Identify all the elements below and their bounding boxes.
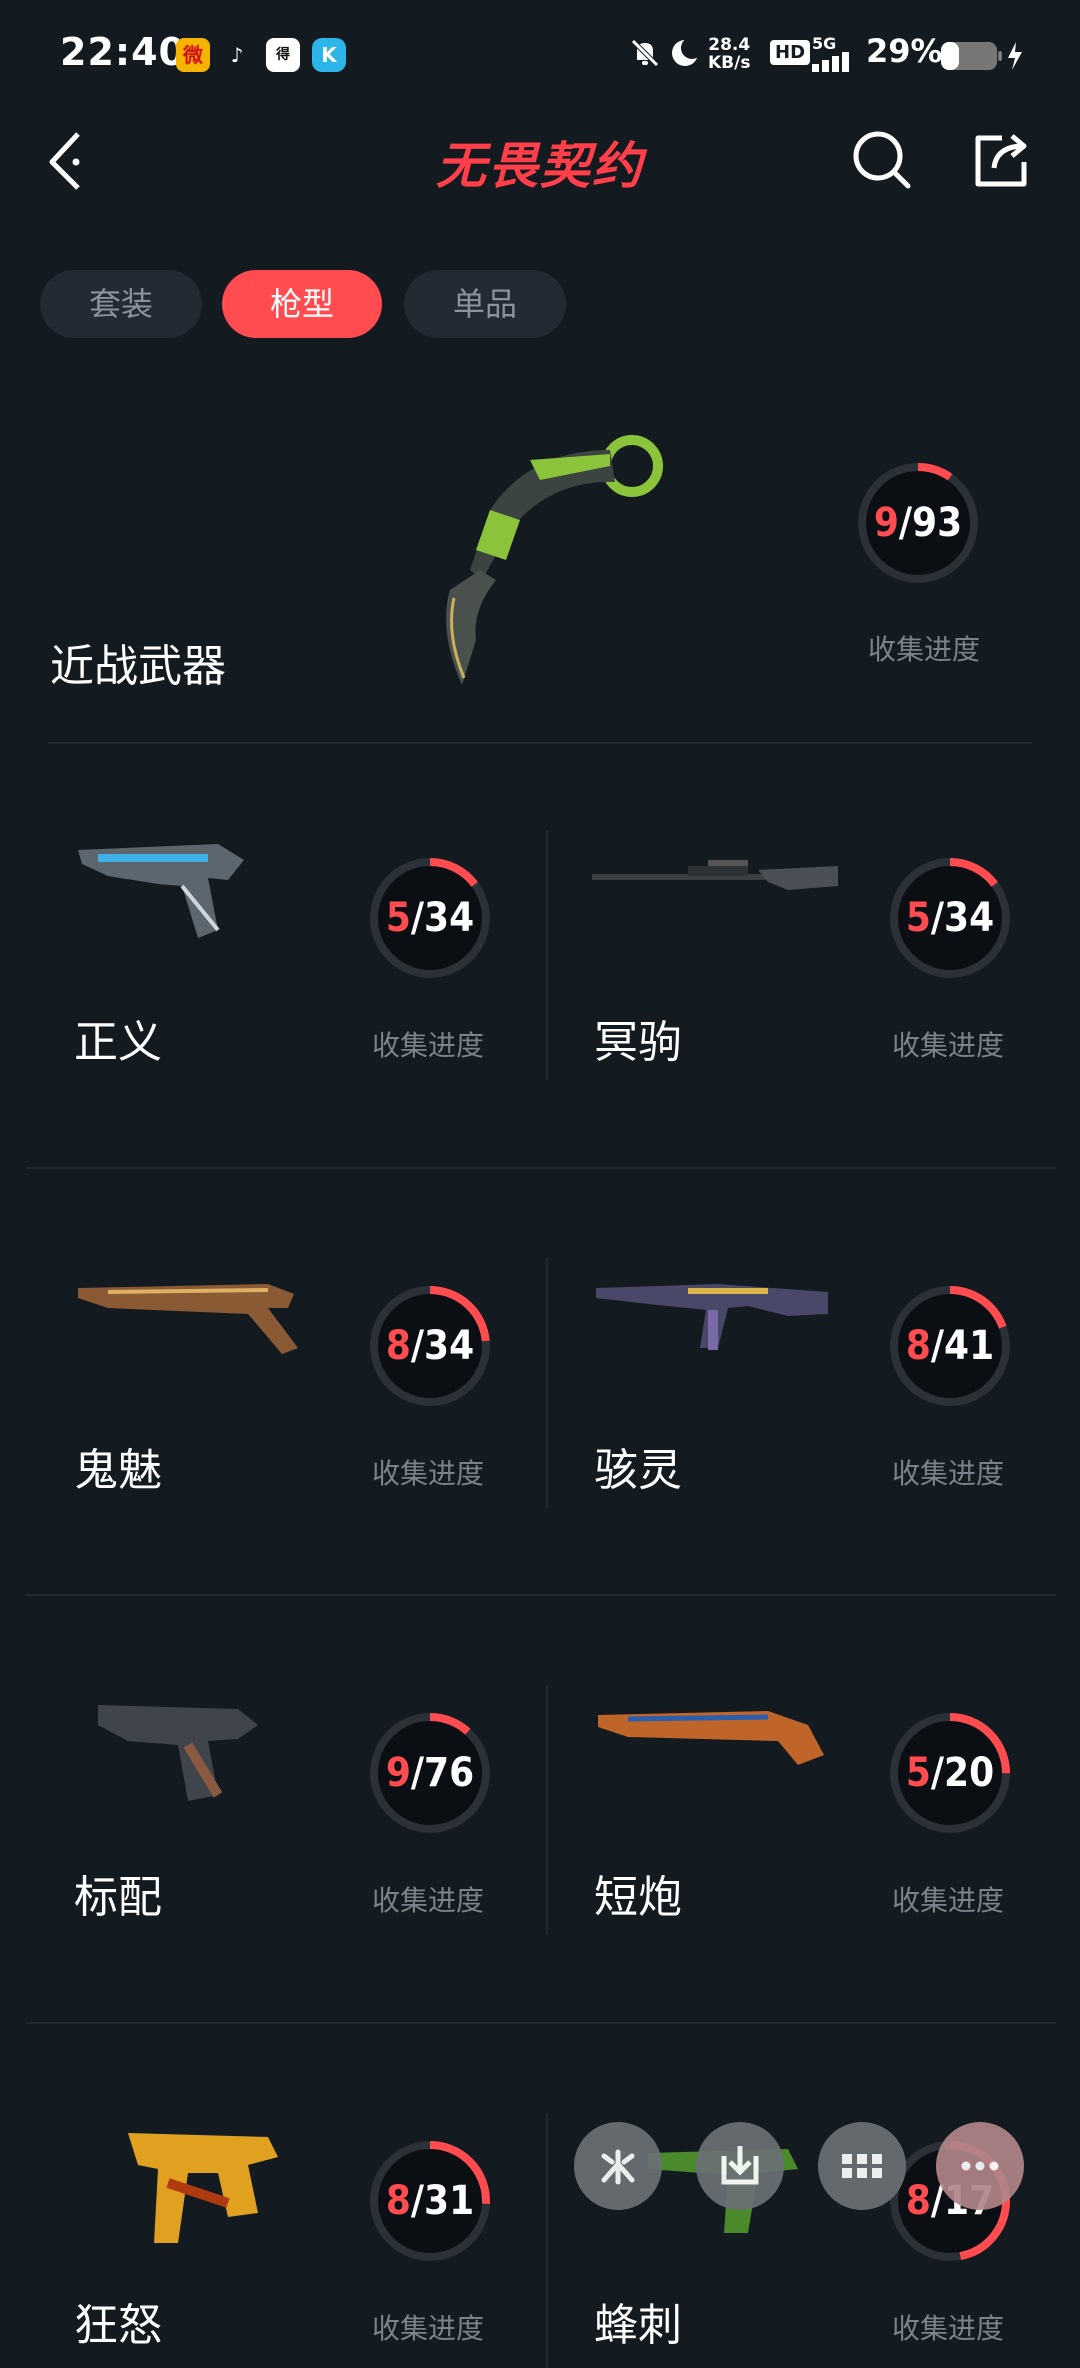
weapon-name: 短炮 (594, 1872, 682, 1923)
net-speed: 28.4 KB/s (708, 35, 751, 73)
weapon-card[interactable]: 狂怒 8/31 收集进度 (48, 2093, 548, 2353)
tab-suits[interactable]: 套装 (40, 270, 202, 338)
weapon-card[interactable]: 冥驹 5/34 收集进度 (568, 810, 1068, 1070)
battery-icon (941, 42, 1022, 70)
karambit-knife-image (446, 435, 663, 685)
weapon-image (598, 1711, 824, 1765)
weapon-card[interactable]: 骇灵 8/41 收集进度 (568, 1238, 1068, 1498)
weapon-progress-count: 9/76 (385, 1750, 475, 1796)
column-divider (546, 1685, 548, 1935)
weapon-progress-label: 收集进度 (372, 2312, 485, 2345)
grid-button[interactable] (818, 2122, 906, 2210)
divider (26, 1167, 1056, 1169)
app-icon: 得 (266, 38, 300, 72)
pinwheel-button[interactable] (574, 2122, 662, 2210)
tab-single-items[interactable]: 单品 (404, 270, 566, 338)
weapon-progress-count: 8/31 (385, 2178, 475, 2224)
divider (26, 2022, 1056, 2024)
weapon-image (78, 1284, 298, 1354)
download-button[interactable] (696, 2122, 784, 2210)
more-button[interactable] (936, 2122, 1024, 2210)
moon-icon (672, 37, 702, 66)
k-app-icon: K (312, 38, 346, 72)
weapon-name: 标配 (74, 1872, 162, 1923)
weapon-name: 鬼魅 (74, 1445, 162, 1496)
status-bar: 22:40 微 ♪ 得 K 28.4 KB/s HD 5G 29% (0, 0, 1080, 110)
featured-card[interactable]: 近战武器 9/93 收集进度 (30, 400, 1035, 740)
weapon-progress-label: 收集进度 (892, 1884, 1005, 1917)
weapon-progress-label: 收集进度 (372, 1884, 485, 1917)
tiktok-icon: ♪ (230, 43, 244, 67)
page-title: 无畏契约 (436, 137, 644, 195)
weapon-name: 骇灵 (594, 1445, 682, 1496)
weapon-image (128, 2133, 278, 2243)
weapon-image (592, 860, 838, 890)
weapon-card[interactable]: 短炮 5/20 收集进度 (568, 1665, 1068, 1925)
weapon-progress-count: 5/34 (385, 895, 475, 941)
weapon-progress-count: 8/41 (905, 1323, 995, 1369)
more-icon (961, 2161, 999, 2171)
weapon-card[interactable]: 标配 9/76 收集进度 (48, 1665, 548, 1925)
weapon-card[interactable]: 正义 5/34 收集进度 (48, 810, 548, 1070)
mute-bell-icon (631, 39, 659, 67)
download-icon (721, 2146, 759, 2185)
weapon-name: 正义 (74, 1017, 162, 1068)
search-icon[interactable] (850, 128, 914, 192)
status-time: 22:40 (60, 30, 186, 74)
weapon-name: 冥驹 (594, 1017, 682, 1068)
featured-weapon-name: 近战武器 (50, 641, 226, 692)
back-icon[interactable] (44, 128, 94, 192)
battery-percent: 29% (866, 32, 943, 70)
weapon-progress-label: 收集进度 (892, 1029, 1005, 1062)
share-icon[interactable] (972, 130, 1032, 190)
weapon-image (78, 844, 244, 938)
weapon-image (596, 1284, 828, 1350)
weapon-progress-label: 收集进度 (372, 1457, 485, 1490)
signal-icon (812, 52, 849, 72)
divider (48, 742, 1032, 744)
divider (26, 1594, 1056, 1596)
tab-gun-type[interactable]: 枪型 (222, 270, 382, 338)
weapon-image (98, 1705, 258, 1801)
weapon-name: 狂怒 (74, 2300, 162, 2351)
weapon-progress-count: 5/34 (905, 895, 995, 941)
weapon-card[interactable]: 鬼魅 8/34 收集进度 (48, 1238, 548, 1498)
weapon-progress-count: 5/20 (905, 1750, 995, 1796)
hd-icon: HD (770, 40, 811, 65)
pinwheel-icon (601, 2149, 635, 2185)
weapon-progress-label: 收集进度 (892, 2312, 1005, 2345)
column-divider (546, 830, 548, 1080)
featured-progress-label: 收集进度 (868, 633, 981, 666)
weibo-icon: 微 (176, 38, 210, 72)
column-divider (546, 2113, 548, 2368)
weapon-progress-label: 收集进度 (892, 1457, 1005, 1490)
weapon-name: 蜂刺 (594, 2300, 682, 2351)
grid-icon (842, 2154, 882, 2178)
column-divider (546, 1258, 548, 1508)
featured-progress-count: 9/93 (873, 500, 963, 546)
weapon-progress-count: 8/34 (385, 1323, 475, 1369)
weapon-progress-label: 收集进度 (372, 1029, 485, 1062)
